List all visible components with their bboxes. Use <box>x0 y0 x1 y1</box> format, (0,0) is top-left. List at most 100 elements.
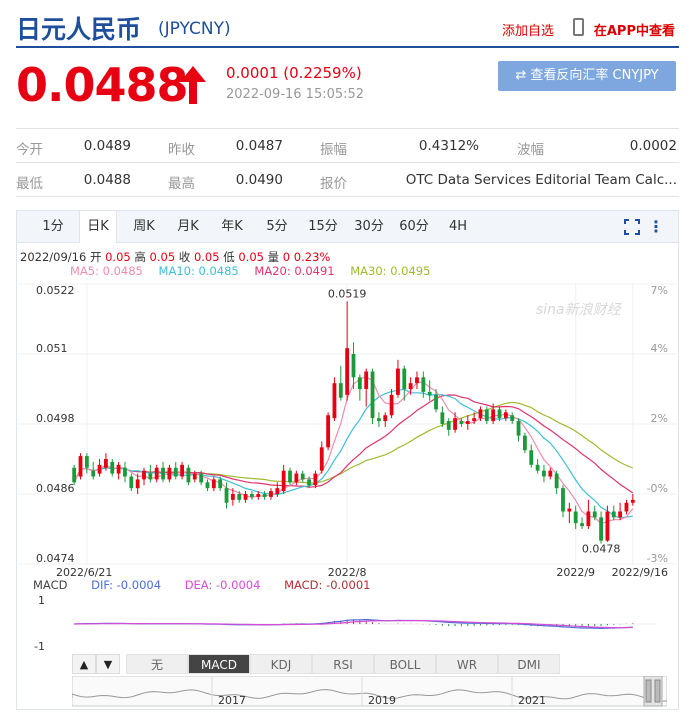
stat-label: 今开 <box>16 142 43 158</box>
stat-value: 0.0488 <box>83 172 131 188</box>
tab-15min[interactable]: 15分 <box>303 211 343 242</box>
navigator-handle-right <box>654 679 661 703</box>
candle-body <box>345 348 350 395</box>
navigator-handle-left <box>645 679 652 703</box>
navigator-year-label: 2017 <box>218 694 246 707</box>
stat-label: 最低 <box>16 176 43 192</box>
open-value: 0.05 <box>105 250 131 264</box>
candle <box>446 418 451 436</box>
candle-body <box>542 470 546 477</box>
candle <box>554 470 559 494</box>
candle-body <box>618 511 623 518</box>
candle-body <box>142 470 146 480</box>
tab-monthly[interactable]: 月K <box>169 211 207 242</box>
candlestick-chart[interactable]: 0.0522 0.051 0.0498 0.0486 0.0474 7% 4% 2% -0% -3… <box>16 278 679 578</box>
candle <box>243 491 248 503</box>
high-value: 0.05 <box>149 250 176 264</box>
page-title: 日元人民币 <box>16 15 142 44</box>
candle-body <box>611 511 616 518</box>
candle <box>357 374 362 401</box>
tab-30min[interactable]: 30分 <box>349 211 389 242</box>
candle <box>288 467 292 486</box>
candle <box>376 412 381 427</box>
candle <box>97 459 102 477</box>
tab-60min[interactable]: 60分 <box>394 211 434 242</box>
candle-body <box>288 470 292 483</box>
candle-body <box>243 494 248 500</box>
ma10-line <box>73 388 633 519</box>
candle <box>180 461 184 480</box>
tab-weekly[interactable]: 周K <box>125 211 163 242</box>
candle-body <box>523 435 527 451</box>
candle-body <box>434 394 438 410</box>
candle <box>510 412 515 424</box>
y-tick-label: 0.051 <box>36 342 68 355</box>
candle <box>167 464 172 483</box>
quote-page: 日元人民币 (JPYCNY) 添加自选 在APP中查看 0.0488 0.000… <box>0 0 695 717</box>
candle-body <box>516 421 521 436</box>
y-right-tick-label: -0% <box>647 482 668 495</box>
tab-yearly[interactable]: 年K <box>213 211 251 242</box>
reverse-rate-button[interactable]: ⇄ 查看反向汇率 CNYJPY <box>498 61 676 91</box>
open-in-app-button[interactable]: 在APP中查看 <box>594 20 675 39</box>
candle-body <box>173 467 178 477</box>
candle-body <box>319 447 324 471</box>
tab-1min[interactable]: 1分 <box>35 211 71 242</box>
zoom-out-button[interactable]: ▼ <box>96 654 120 674</box>
candle-body <box>205 482 210 489</box>
extreme-label: 0.0519 <box>328 288 367 301</box>
candle <box>580 517 584 529</box>
candle <box>523 432 527 454</box>
candle-body <box>167 467 172 480</box>
volume-value: 0 <box>282 250 291 264</box>
candle-body <box>497 409 502 419</box>
more-options-icon[interactable]: ⋮ <box>648 217 664 236</box>
range-navigator[interactable]: 2017 2019 2021 <box>72 676 667 708</box>
x-tick-label: 2022/9 <box>556 566 595 578</box>
candle <box>123 461 127 483</box>
candle-body <box>123 467 127 477</box>
candle <box>300 470 305 483</box>
candle <box>529 444 534 468</box>
low-value: 0.05 <box>238 250 264 264</box>
candle <box>332 377 337 422</box>
stat-value: 0.0489 <box>83 138 131 154</box>
stat-label: 报价 <box>320 176 347 192</box>
add-watchlist-button[interactable]: 添加自选 <box>502 20 554 39</box>
macd-value: MACD: -0.0001 <box>284 578 371 592</box>
tab-daily[interactable]: 日K <box>79 211 117 243</box>
candle-body <box>129 476 134 489</box>
indicator-tab-rsi[interactable]: RSI <box>312 654 374 674</box>
candle-body <box>599 517 603 541</box>
candle <box>542 464 546 483</box>
candle-body <box>218 479 223 489</box>
y-right-tick-label: 7% <box>651 284 668 297</box>
candle-body <box>491 409 496 422</box>
tab-4h[interactable]: 4H <box>440 211 476 242</box>
indicator-tab-none[interactable]: 无 <box>126 654 188 674</box>
tab-5min[interactable]: 5分 <box>259 211 295 242</box>
ma5-value: MA5: 0.0485 <box>70 264 143 278</box>
candle-body <box>237 494 242 500</box>
fullscreen-icon[interactable] <box>624 219 640 235</box>
indicator-tab-kdj[interactable]: KDJ <box>250 654 312 674</box>
candle <box>573 505 578 529</box>
close-value: 0.05 <box>193 250 220 264</box>
indicator-tab-wr[interactable]: WR <box>436 654 498 674</box>
volume-label: 量 <box>267 250 280 264</box>
candle <box>205 479 210 492</box>
candle-body <box>586 511 591 527</box>
candle <box>338 365 343 401</box>
candle <box>154 464 159 483</box>
indicator-tab-boll[interactable]: BOLL <box>374 654 436 674</box>
indicator-tab-macd[interactable]: MACD <box>188 654 250 674</box>
candle-body <box>186 467 191 483</box>
candle-body <box>630 499 635 503</box>
candle <box>294 470 299 486</box>
zoom-in-button[interactable]: ▲ <box>72 654 96 674</box>
ma30-value: MA30: 0.0495 <box>350 264 431 278</box>
candle <box>262 491 267 500</box>
indicator-tab-dmi[interactable]: DMI <box>498 654 560 674</box>
y-tick-label: 0.0522 <box>36 284 75 297</box>
candle <box>345 301 350 401</box>
